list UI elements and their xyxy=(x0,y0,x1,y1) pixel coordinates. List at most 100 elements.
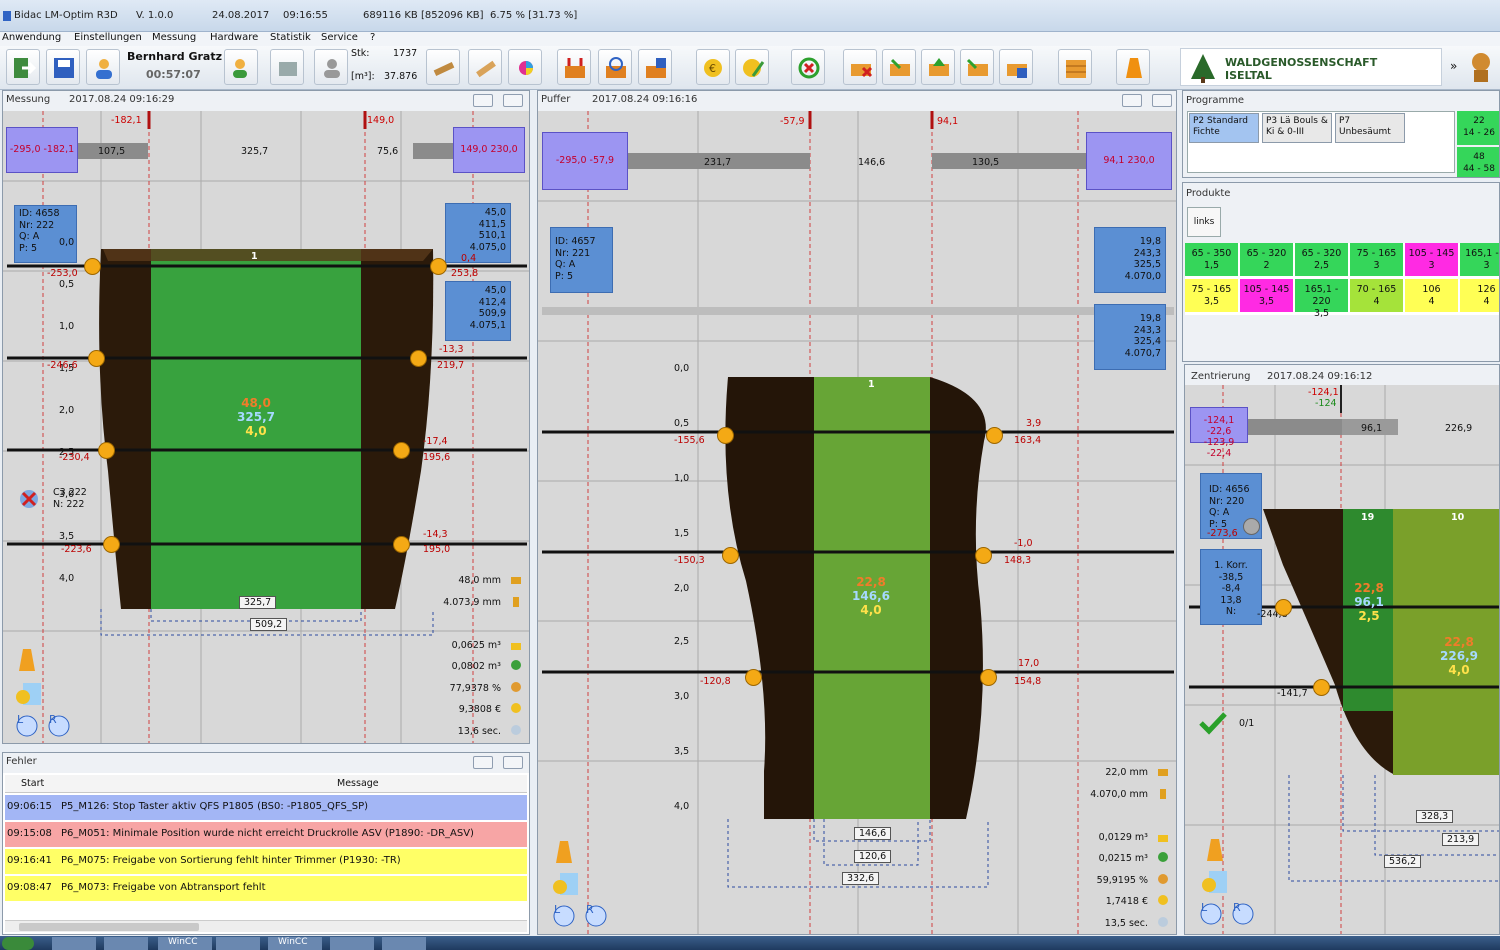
stack-down-button[interactable] xyxy=(960,49,994,85)
transfer-button-2[interactable] xyxy=(598,49,632,85)
transfer-save-button[interactable] xyxy=(638,49,672,85)
programme-item-p7[interactable]: P7 Unbesäumt xyxy=(1335,113,1405,143)
product-cell[interactable]: 105 - 145 3 xyxy=(1405,243,1459,277)
menu-help[interactable]: ? xyxy=(370,32,375,43)
puffer-maximize-button[interactable] xyxy=(1152,94,1172,107)
fehler-row-message: P6_M075: Freigabe von Sortierung fehlt h… xyxy=(61,855,401,866)
puffer-r2-v4: 4.070,7 xyxy=(1124,347,1161,359)
fehler-col-message[interactable]: Message xyxy=(337,778,379,789)
fehler-scroll-thumb[interactable] xyxy=(19,923,199,931)
color-button[interactable] xyxy=(508,49,542,85)
zentrierung-cone-icon xyxy=(1207,839,1223,861)
product-cell[interactable]: 65 - 320 2 xyxy=(1240,243,1294,277)
fehler-minimize-button[interactable] xyxy=(473,756,493,769)
product-cell[interactable]: 75 - 165 3 xyxy=(1350,243,1404,277)
save-button[interactable] xyxy=(46,49,80,85)
transfer-button-1[interactable] xyxy=(557,49,591,85)
messung-left-read-4: -223,6 xyxy=(61,544,92,555)
exit-button[interactable] xyxy=(6,49,40,85)
programme-counter-top-value: 22 xyxy=(1473,116,1485,126)
fehler-row-message: P5_M126: Stop Taster aktiv QFS P1805 (BS… xyxy=(61,801,369,812)
fehler-row[interactable]: 09:08:47 P6_M073: Freigabe von Abtranspor… xyxy=(5,876,527,901)
product-cell[interactable]: 75 - 165 3,5 xyxy=(1185,279,1239,313)
puffer-stat-thickness: 22,0 mm xyxy=(1105,767,1148,778)
taskbar-item-app[interactable] xyxy=(104,937,148,950)
fehler-row[interactable]: 09:06:15 P5_M126: Stop Taster aktiv QFS P… xyxy=(5,795,527,820)
start-button[interactable] xyxy=(2,937,34,950)
product-cell[interactable]: 106 4 xyxy=(1405,279,1459,313)
messung-scale-2: 1,0 xyxy=(59,321,75,332)
counter-button[interactable] xyxy=(314,49,348,85)
puffer-sensor-l3 xyxy=(745,669,762,686)
hardware-button[interactable] xyxy=(270,49,304,85)
taskbar-item-explorer[interactable] xyxy=(52,937,96,950)
app-version: V. 1.0.0 xyxy=(136,10,174,21)
product-cell[interactable]: 165,1 - 23 xyxy=(1460,243,1499,277)
product-thickness: 4 xyxy=(1373,296,1380,307)
zentrierung-board1-no: 19 xyxy=(1361,512,1375,523)
menu-messung[interactable]: Messung xyxy=(152,32,196,43)
menu-hardware[interactable]: Hardware xyxy=(210,32,258,43)
puffer-cycle-icon: RL xyxy=(553,903,607,927)
product-cell[interactable]: 165,1 - 220 3,5 xyxy=(1295,279,1349,319)
messung-sensor-r3 xyxy=(393,442,410,459)
taskbar-item-other[interactable] xyxy=(330,937,374,950)
programme-item-p3[interactable]: P3 Lä Bouls & Ki & 0-III xyxy=(1262,113,1332,143)
user-settings-button[interactable] xyxy=(224,49,258,85)
zentrierung-timestamp: 2017.08.24 09:16:12 xyxy=(1267,371,1373,382)
stack-up-button[interactable] xyxy=(921,49,955,85)
board-button[interactable] xyxy=(468,49,502,85)
puffer-minimize-button[interactable] xyxy=(1122,94,1142,107)
stack-delete-button[interactable] xyxy=(843,49,877,85)
programme-counter-bottom-value: 48 xyxy=(1473,152,1485,162)
fehler-col-start[interactable]: Start xyxy=(21,778,44,789)
puffer-calculator-icon xyxy=(553,873,578,895)
fehler-row[interactable]: 09:15:08 P6_M051: Minimale Position wurde… xyxy=(5,822,527,847)
produkte-tab-links[interactable]: links xyxy=(1187,207,1221,237)
product-cell[interactable]: 65 - 350 1,5 xyxy=(1185,243,1239,277)
fehler-maximize-button[interactable] xyxy=(503,756,523,769)
fehler-row-message: P6_M073: Freigabe von Abtransport fehlt xyxy=(61,882,266,893)
coins-button[interactable]: € xyxy=(696,49,730,85)
taskbar-item-ie[interactable] xyxy=(216,937,260,950)
svg-text:L: L xyxy=(554,903,561,916)
fehler-row[interactable]: 09:16:41 P6_M075: Freigabe von Sortierung… xyxy=(5,849,527,874)
zentrierung-marker2: -124 xyxy=(1315,398,1337,409)
messung-width-outer: 509,2 xyxy=(250,618,288,631)
stack-add-icon xyxy=(890,58,910,76)
menu-anwendung[interactable]: Anwendung xyxy=(2,32,61,43)
product-cell[interactable]: 65 - 320 2,5 xyxy=(1295,243,1349,277)
puffer-stat-time: 13,5 sec. xyxy=(1104,918,1148,929)
messung-maximize-button[interactable] xyxy=(503,94,523,107)
messung-minimize-button[interactable] xyxy=(473,94,493,107)
stack-add-button[interactable] xyxy=(882,49,916,85)
taskbar-item-wincc-2[interactable]: WinCC xyxy=(268,937,322,950)
lumber-stack-button[interactable] xyxy=(1058,49,1092,85)
coins-edit-button[interactable] xyxy=(735,49,769,85)
user-button[interactable] xyxy=(86,49,120,85)
product-cell[interactable]: 126 4 xyxy=(1460,279,1499,313)
taskbar-item-wincc-1[interactable]: WinCC xyxy=(158,937,212,950)
log-button[interactable] xyxy=(426,49,460,85)
stack-save-icon xyxy=(1007,64,1027,78)
stack-save-button[interactable] xyxy=(999,49,1033,85)
puffer-bar-val1: 231,7 xyxy=(704,157,732,168)
fehler-scrollbar[interactable] xyxy=(5,920,527,932)
programme-item-p2[interactable]: P2 Standard Fichte xyxy=(1189,113,1259,143)
menu-einstellungen[interactable]: Einstellungen xyxy=(74,32,142,43)
cone-icon xyxy=(1126,58,1142,78)
product-cell[interactable]: 70 - 165 4 xyxy=(1350,279,1404,313)
menu-service[interactable]: Service xyxy=(321,32,358,43)
menu-statistik[interactable]: Statistik xyxy=(270,32,311,43)
product-cell[interactable]: 105 - 145 3,5 xyxy=(1240,279,1294,313)
product-thickness: 2 xyxy=(1263,260,1270,271)
produkte-title: Produkte xyxy=(1186,188,1231,199)
puffer-r1-v1: 19,8 xyxy=(1139,236,1161,247)
puffer-right-info-1: 19,8 243,3 325,5 4.070,0 xyxy=(1094,227,1166,293)
svg-text:R: R xyxy=(586,903,594,916)
toolbar-overflow-button[interactable]: » xyxy=(1450,59,1457,73)
alarm-button[interactable] xyxy=(1116,49,1150,85)
refresh-button[interactable] xyxy=(791,49,825,85)
puffer-timestamp: 2017.08.24 09:16:16 xyxy=(592,94,698,105)
taskbar-item-window[interactable] xyxy=(382,937,426,950)
